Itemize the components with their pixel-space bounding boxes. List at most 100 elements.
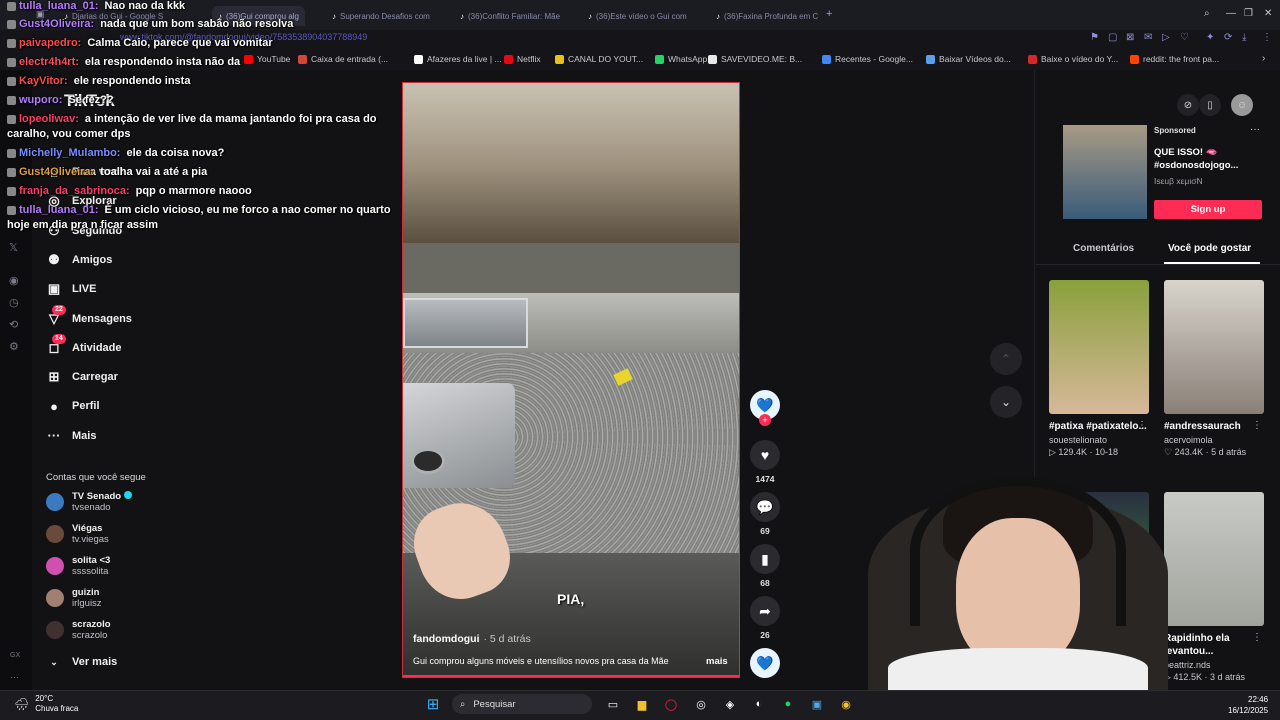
coin-icon[interactable]: ⊘	[1177, 94, 1199, 116]
video-player[interactable]: PIA, fandomdogui · 5 d atrás Gui comprou …	[402, 82, 740, 678]
windows-start-icon[interactable]: ⊞	[424, 695, 442, 713]
bookmark-item[interactable]: WhatsApp	[655, 54, 707, 64]
side-settings-icon[interactable]: ⚙	[9, 340, 19, 353]
bookmark-item[interactable]: Baixar Vídeos do...	[926, 54, 1011, 64]
sound-disc-icon[interactable]: 💙	[750, 648, 780, 678]
app-icon-2[interactable]: ◈	[721, 695, 739, 713]
browser-tab[interactable]: ♪ (36)Conflito Familiar: Mãe	[460, 6, 560, 26]
side-clock-icon[interactable]: ◷	[9, 296, 19, 309]
followed-account[interactable]: scrazolo scrazolo	[46, 619, 111, 641]
video-author[interactable]: fandomdogui · 5 d atrás	[413, 633, 531, 645]
app-icon-3[interactable]: ◐	[750, 695, 768, 713]
file-explorer-icon[interactable]: ▆	[633, 695, 651, 713]
nav-item-live[interactable]: ▣ LIVE	[46, 278, 97, 300]
see-more-link[interactable]: ⌄ Ver mais	[46, 651, 117, 673]
side-x-icon[interactable]: 𝕏	[9, 241, 18, 254]
video-more-link[interactable]: mais	[706, 656, 728, 667]
task-view-icon[interactable]: ▭	[604, 695, 622, 713]
app-icon-4[interactable]: ▣	[808, 695, 826, 713]
side-play-icon[interactable]: ◉	[9, 274, 19, 287]
followed-account[interactable]: guizin irlguisz	[46, 587, 102, 609]
suggested-video-card[interactable]: #andressaurach acervoimola ♡ 243.4K · 5 d …	[1164, 280, 1264, 458]
user-avatar[interactable]: ☺	[1231, 94, 1253, 116]
taskbar-search[interactable]: ⌕ Pesquisar	[452, 694, 592, 714]
phone-icon[interactable]: ▯	[1199, 94, 1221, 116]
signup-button[interactable]: Sign up	[1154, 200, 1262, 219]
save-action[interactable]: ▮ 68	[750, 544, 780, 588]
tab-you-may-like[interactable]: Você pode gostar	[1168, 243, 1251, 254]
side-more-icon[interactable]: ···	[10, 672, 19, 682]
heart-icon[interactable]: ♥	[750, 440, 780, 470]
extension-icon-1[interactable]: ▢	[1108, 32, 1117, 43]
followed-account[interactable]: solita <3 ssssolita	[46, 555, 110, 577]
tab-comments[interactable]: Comentários	[1073, 243, 1134, 254]
author-avatar-action[interactable]: 💙 +	[750, 390, 780, 426]
bookmark-item[interactable]: SAVEVIDEO.ME: B...	[708, 54, 802, 64]
ad-options-icon[interactable]: ···	[1250, 124, 1260, 135]
nav-item-amigos[interactable]: ⚉ Amigos	[46, 249, 112, 271]
card-author[interactable]: souestelionato	[1049, 435, 1149, 445]
comment-icon[interactable]: 💬	[750, 492, 780, 522]
sound-action[interactable]: 💙	[750, 648, 780, 678]
bookmark-star-icon[interactable]: ⚑	[1090, 32, 1099, 43]
comment-action[interactable]: 💬 69	[750, 492, 780, 536]
restore-button[interactable]: ❐	[1244, 8, 1253, 19]
browser-tab[interactable]: ♪ (36)Este vídeo o Gui com	[588, 6, 687, 26]
side-gx-icon[interactable]: GX	[10, 652, 20, 659]
card-options-icon[interactable]: ⋮	[1252, 420, 1262, 431]
extension-icon-4[interactable]: ▷	[1162, 32, 1170, 43]
menu-icon[interactable]: ⋮	[1262, 32, 1272, 43]
video-thumbnail[interactable]	[1164, 280, 1264, 414]
card-options-icon[interactable]: ⋮	[1252, 632, 1262, 643]
bookmark-item[interactable]: Recentes - Google...	[822, 54, 913, 64]
suggested-video-card[interactable]: #patixa #patixatelo... souestelionato ▷ 12…	[1049, 280, 1149, 458]
app-icon-1[interactable]: ◎	[692, 695, 710, 713]
bookmark-item[interactable]: Afazeres da live | ...	[414, 54, 502, 64]
profile-sync-icon[interactable]: ⟳	[1224, 32, 1232, 43]
nav-item-mensagens[interactable]: ▽ 22 Mensagens	[46, 304, 132, 330]
puzzle-icon[interactable]: ✦	[1206, 32, 1214, 43]
previous-video-button[interactable]: ⌃	[990, 343, 1022, 375]
follow-plus-icon[interactable]: +	[759, 414, 771, 426]
card-options-icon[interactable]: ⋮	[1137, 420, 1147, 431]
new-tab-button[interactable]: +	[826, 8, 832, 20]
chrome-icon[interactable]: ◉	[837, 695, 855, 713]
nav-item-perfil[interactable]: ● Perfil	[46, 395, 99, 417]
followed-account[interactable]: Viégas tv.viegas	[46, 523, 109, 545]
taskbar-clock[interactable]: 22:46 16/12/2025	[1228, 694, 1268, 716]
close-window-button[interactable]: ✕	[1264, 8, 1272, 19]
search-tabs-icon[interactable]: ⌕	[1204, 8, 1210, 19]
nav-item-carregar[interactable]: ⊞ Carregar	[46, 366, 118, 388]
video-author-name[interactable]: fandomdogui	[413, 633, 480, 645]
browser-tab[interactable]: ♪ (36)Faxina Profunda em C	[716, 6, 818, 26]
weather-widget[interactable]: 🌧 20°C Chuva fraca	[14, 694, 78, 714]
opera-icon[interactable]: ◯	[662, 695, 680, 713]
card-author[interactable]: acervoimola	[1164, 435, 1264, 445]
extension-icon-5[interactable]: ♡	[1180, 32, 1189, 43]
bookmark-item[interactable]: Caixa de entrada (...	[298, 54, 388, 64]
download-icon[interactable]: ⤓	[1242, 32, 1246, 43]
bookmark-item[interactable]: CANAL DO YOUT...	[555, 54, 643, 64]
nav-item-atividade[interactable]: ◻ 14 Atividade	[46, 333, 122, 359]
spotify-icon[interactable]: ●	[779, 695, 797, 713]
side-share-icon[interactable]: ⟲	[9, 318, 18, 331]
video-thumbnail[interactable]	[1049, 280, 1149, 414]
bookmark-item[interactable]: YouTube	[244, 54, 290, 64]
next-video-button[interactable]: ⌄	[990, 386, 1022, 418]
bookmarks-overflow-icon[interactable]: ›	[1262, 53, 1265, 64]
extension-icon-3[interactable]: ✉	[1144, 32, 1152, 43]
bookmark-item[interactable]: Baixe o vídeo do Y...	[1028, 54, 1118, 64]
bookmark-item[interactable]: Netflix	[504, 54, 541, 64]
browser-tab[interactable]: ♪ Superando Desafios com	[332, 6, 430, 26]
like-action[interactable]: ♥ 1474	[750, 440, 780, 484]
minimize-button[interactable]: —	[1226, 8, 1236, 19]
video-progress-bar[interactable]	[403, 675, 739, 677]
bookmark-icon[interactable]: ▮	[750, 544, 780, 574]
followed-account[interactable]: TV Senado tvsenado	[46, 491, 133, 513]
extension-icon-2[interactable]: ⊠	[1126, 32, 1134, 43]
ad-thumbnail[interactable]	[1063, 125, 1147, 219]
bookmark-item[interactable]: reddit: the front pa...	[1130, 54, 1219, 64]
share-icon[interactable]: ➦	[750, 596, 780, 626]
share-action[interactable]: ➦ 26	[750, 596, 780, 640]
nav-item-mais[interactable]: ··· Mais	[46, 425, 97, 447]
